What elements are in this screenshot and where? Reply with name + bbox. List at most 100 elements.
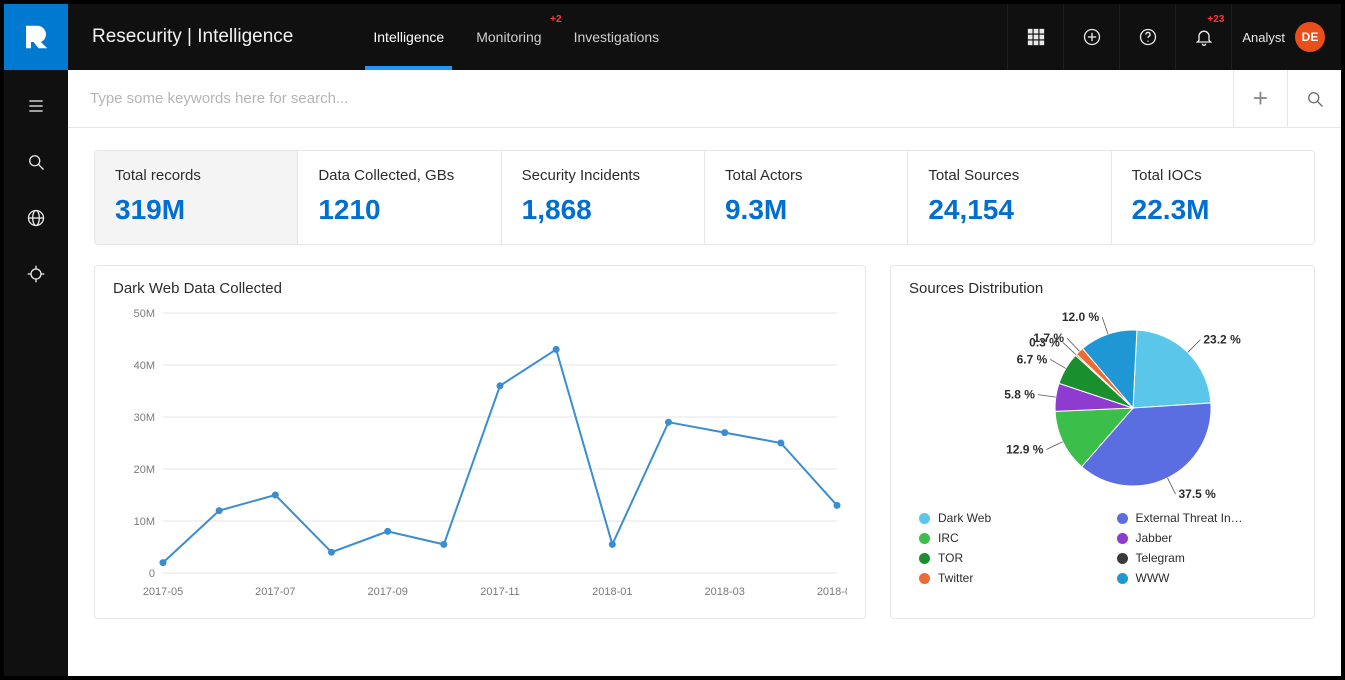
stat-value: 22.3M — [1132, 194, 1294, 226]
stat-card: Security Incidents 1,868 — [502, 151, 705, 244]
apps-grid-button[interactable] — [1007, 4, 1063, 70]
notifications-badge: +23 — [1207, 14, 1224, 25]
legend-item: Jabber — [1117, 531, 1287, 545]
legend-item: External Threat In… — [1117, 511, 1287, 525]
legend-label: Telegram — [1136, 551, 1185, 565]
legend-swatch — [1117, 533, 1128, 544]
stat-card: Total IOCs 22.3M — [1112, 151, 1314, 244]
svg-text:2018-01: 2018-01 — [592, 586, 632, 598]
stat-label: Total records — [115, 167, 277, 184]
svg-text:2018-05: 2018-05 — [817, 586, 847, 598]
legend-swatch — [1117, 513, 1128, 524]
notifications-button[interactable]: +23 — [1175, 4, 1231, 70]
user-role: Analyst — [1242, 30, 1285, 45]
legend-item: Twitter — [919, 571, 1089, 585]
plus-circle-icon — [1082, 27, 1102, 47]
stat-value: 24,154 — [928, 194, 1090, 226]
brand-title: Resecurity | Intelligence — [68, 4, 317, 70]
crosshair-icon — [26, 264, 46, 284]
main: + Total records 319M Data Collected, GBs 12… — [68, 70, 1341, 676]
add-button[interactable] — [1063, 4, 1119, 70]
svg-text:30M: 30M — [134, 412, 155, 424]
legend-label: Twitter — [938, 571, 973, 585]
legend-swatch — [1117, 553, 1128, 564]
legend-label: IRC — [938, 531, 959, 545]
legend-item: Telegram — [1117, 551, 1287, 565]
stat-label: Security Incidents — [522, 167, 684, 184]
stats-row: Total records 319M Data Collected, GBs 1210… — [94, 150, 1315, 245]
panel-sources: Sources Distribution 23.2 %37.5 %12.9 %5… — [890, 265, 1315, 619]
rail-menu-button[interactable] — [4, 78, 68, 134]
stat-value: 1210 — [318, 194, 480, 226]
left-rail — [4, 70, 68, 676]
line-chart: 0 10M 20M 30M 40M 50M 2017-05 2017-07 2017-09 201… — [113, 303, 847, 608]
nav-item-intelligence[interactable]: Intelligence — [357, 4, 460, 70]
svg-text:50M: 50M — [134, 308, 155, 320]
hamburger-icon — [26, 96, 46, 116]
help-icon — [1138, 27, 1158, 47]
search-add-button[interactable]: + — [1233, 70, 1287, 127]
svg-text:0: 0 — [149, 568, 155, 580]
svg-text:2018-03: 2018-03 — [704, 586, 744, 598]
content: Total records 319M Data Collected, GBs 1210… — [68, 128, 1341, 629]
stat-card: Total records 319M — [95, 151, 298, 244]
legend-label: WWW — [1136, 571, 1170, 585]
stat-label: Total Sources — [928, 167, 1090, 184]
legend-item: TOR — [919, 551, 1089, 565]
svg-text:1.7 %: 1.7 % — [1033, 331, 1064, 345]
search-icon — [1305, 89, 1325, 109]
legend-item: Dark Web — [919, 511, 1089, 525]
bell-icon — [1194, 27, 1214, 47]
legend-label: TOR — [938, 551, 963, 565]
legend-item: WWW — [1117, 571, 1287, 585]
legend-swatch — [919, 513, 930, 524]
stat-value: 9.3M — [725, 194, 887, 226]
svg-text:20M: 20M — [134, 464, 155, 476]
pie-legend: Dark Web External Threat In… IRC Jabber TOR T… — [909, 511, 1296, 589]
svg-text:40M: 40M — [134, 360, 155, 372]
pie-chart: 23.2 %37.5 %12.9 %5.8 %6.7 %0.3 %1.7 %12… — [909, 303, 1296, 589]
legend-swatch — [1117, 573, 1128, 584]
svg-text:5.8 %: 5.8 % — [1004, 388, 1035, 402]
svg-text:2017-05: 2017-05 — [143, 586, 183, 598]
stat-value: 319M — [115, 194, 277, 226]
brand-logo[interactable] — [4, 4, 68, 70]
svg-text:6.7 %: 6.7 % — [1016, 352, 1047, 366]
legend-label: Jabber — [1136, 531, 1173, 545]
resecurity-logo-icon — [21, 22, 51, 52]
svg-text:23.2 %: 23.2 % — [1203, 333, 1241, 347]
legend-swatch — [919, 553, 930, 564]
search-icon — [26, 152, 46, 172]
stat-value: 1,868 — [522, 194, 684, 226]
svg-text:10M: 10M — [134, 516, 155, 528]
search-input[interactable] — [68, 90, 1233, 107]
panel-title: Sources Distribution — [909, 280, 1296, 297]
body: + Total records 319M Data Collected, GBs 12… — [4, 70, 1341, 676]
grid-icon — [1026, 27, 1046, 47]
search-submit-button[interactable] — [1287, 70, 1341, 127]
legend-swatch — [919, 533, 930, 544]
rail-globe-button[interactable] — [4, 190, 68, 246]
avatar: DE — [1295, 22, 1325, 52]
stat-label: Total Actors — [725, 167, 887, 184]
stat-label: Total IOCs — [1132, 167, 1294, 184]
legend-label: Dark Web — [938, 511, 991, 525]
nav-item-monitoring[interactable]: Monitoring+2 — [460, 4, 557, 70]
rail-target-button[interactable] — [4, 246, 68, 302]
nav-item-investigations[interactable]: Investigations — [558, 4, 676, 70]
rail-search-button[interactable] — [4, 134, 68, 190]
stat-label: Data Collected, GBs — [318, 167, 480, 184]
panel-dark-web: Dark Web Data Collected 010M20M30M40M50M… — [94, 265, 866, 619]
user-menu[interactable]: Analyst DE — [1231, 4, 1341, 70]
help-button[interactable] — [1119, 4, 1175, 70]
svg-text:12.9 %: 12.9 % — [1006, 443, 1044, 457]
panels: Dark Web Data Collected 010M20M30M40M50M… — [94, 265, 1315, 619]
app-frame: Resecurity | Intelligence IntelligenceMo… — [0, 0, 1345, 680]
legend-swatch — [919, 573, 930, 584]
svg-text:2017-07: 2017-07 — [255, 586, 295, 598]
svg-text:2017-09: 2017-09 — [367, 586, 407, 598]
topbar-actions: +23 Analyst DE — [1007, 4, 1341, 70]
stat-card: Data Collected, GBs 1210 — [298, 151, 501, 244]
stat-card: Total Sources 24,154 — [908, 151, 1111, 244]
primary-nav: IntelligenceMonitoring+2Investigations — [357, 4, 675, 70]
